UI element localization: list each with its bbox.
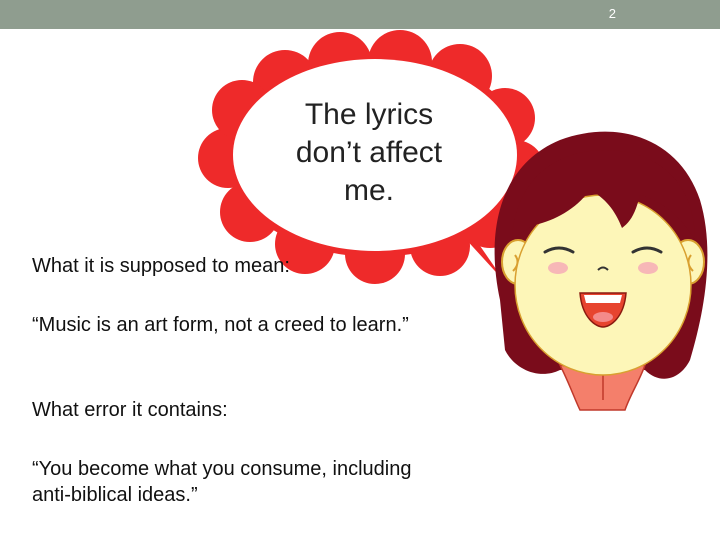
- cheek-left: [548, 262, 568, 274]
- cheek-right: [638, 262, 658, 274]
- girl-illustration: [494, 131, 708, 411]
